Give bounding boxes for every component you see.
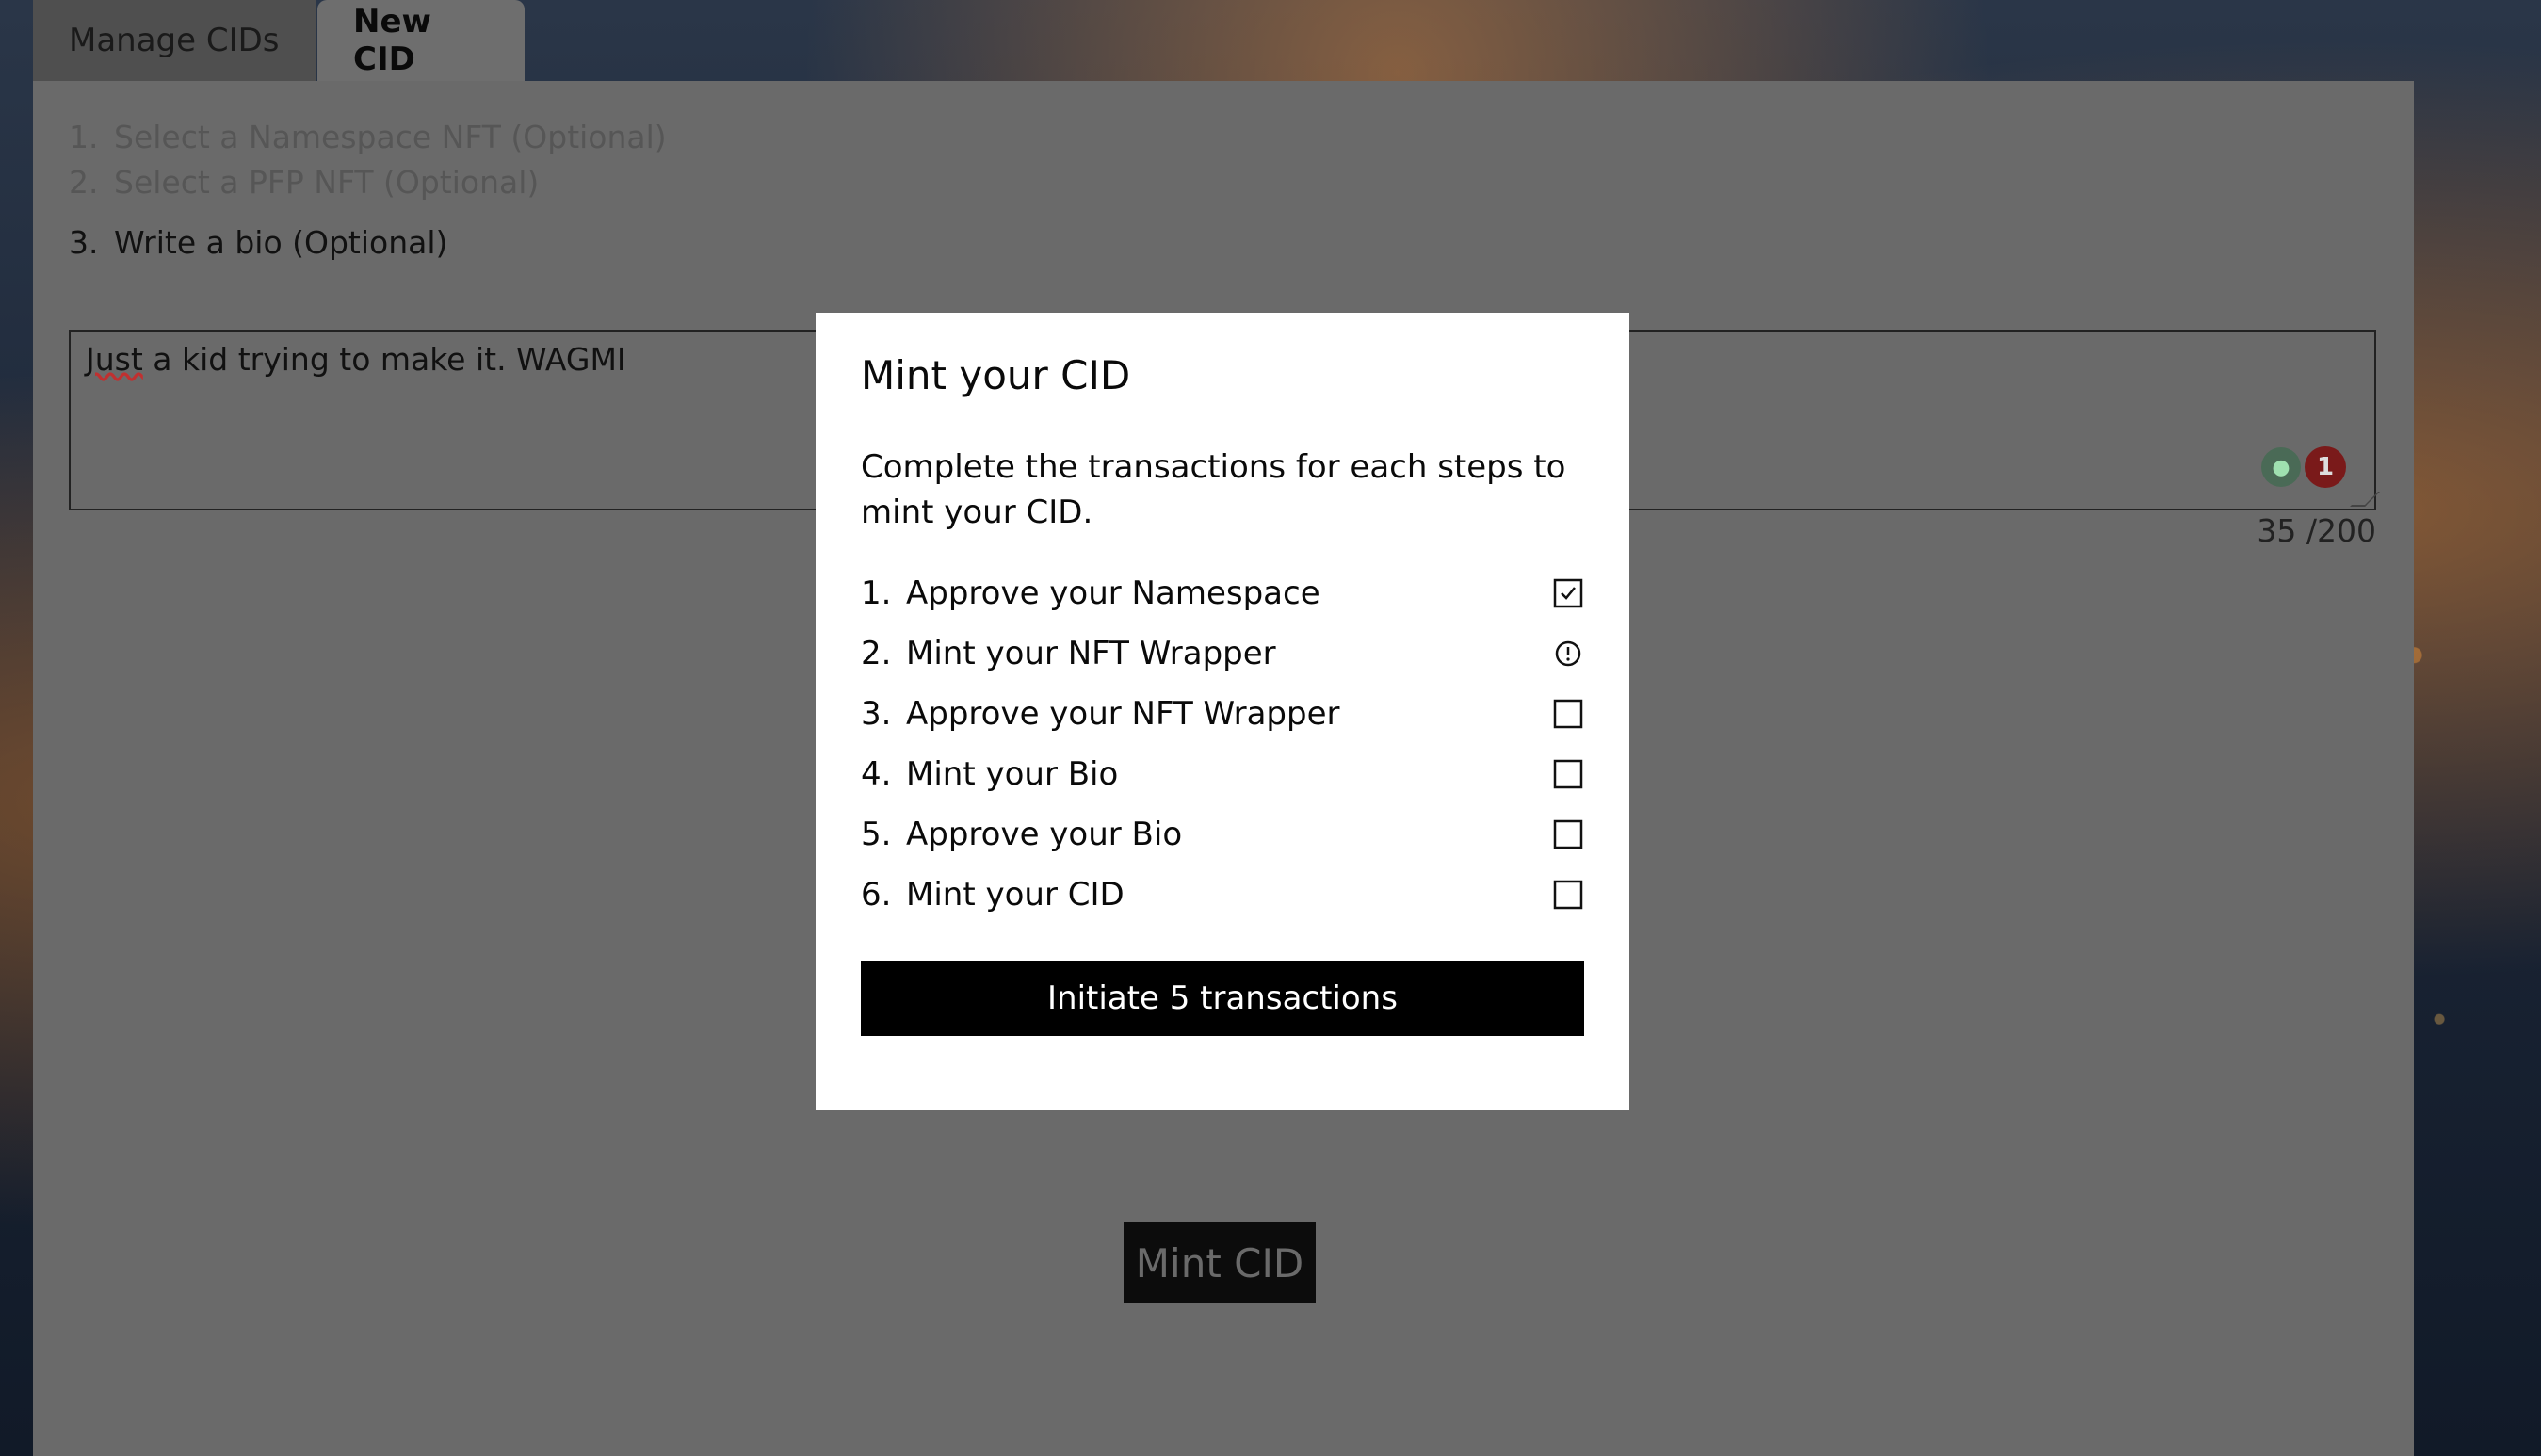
transaction-item: 6. Mint your CID [861, 865, 1584, 925]
transaction-item: 2. Mint your NFT Wrapper [861, 623, 1584, 684]
transaction-number: 3. [861, 695, 892, 733]
transaction-number: 2. [861, 635, 892, 672]
transaction-label: Mint your CID [906, 876, 1125, 914]
checkbox-checked-icon [1552, 577, 1584, 609]
mint-cid-modal: Mint your CID Complete the transactions … [816, 313, 1629, 1110]
transaction-item: 1. Approve your Namespace [861, 563, 1584, 623]
transaction-list: 1. Approve your Namespace 2. Mint your N… [861, 563, 1584, 925]
checkbox-empty-icon [1552, 879, 1584, 911]
transaction-label: Approve your Bio [906, 816, 1183, 853]
transaction-item: 3. Approve your NFT Wrapper [861, 684, 1584, 744]
modal-title: Mint your CID [861, 352, 1131, 398]
transaction-label: Approve your NFT Wrapper [906, 695, 1340, 733]
initiate-transactions-button[interactable]: Initiate 5 transactions [861, 961, 1584, 1036]
alert-circle-icon [1552, 638, 1584, 670]
transaction-item: 5. Approve your Bio [861, 804, 1584, 865]
transaction-label: Mint your Bio [906, 755, 1119, 793]
transaction-item: 4. Mint your Bio [861, 744, 1584, 804]
transaction-label: Approve your Namespace [906, 574, 1320, 612]
transaction-number: 6. [861, 876, 892, 914]
modal-description: Complete the transactions for each steps… [861, 448, 1566, 531]
transaction-number: 1. [861, 574, 892, 612]
checkbox-empty-icon [1552, 698, 1584, 730]
transaction-number: 5. [861, 816, 892, 853]
checkbox-empty-icon [1552, 818, 1584, 850]
checkbox-empty-icon [1552, 758, 1584, 790]
transaction-number: 4. [861, 755, 892, 793]
transaction-label: Mint your NFT Wrapper [906, 635, 1276, 672]
